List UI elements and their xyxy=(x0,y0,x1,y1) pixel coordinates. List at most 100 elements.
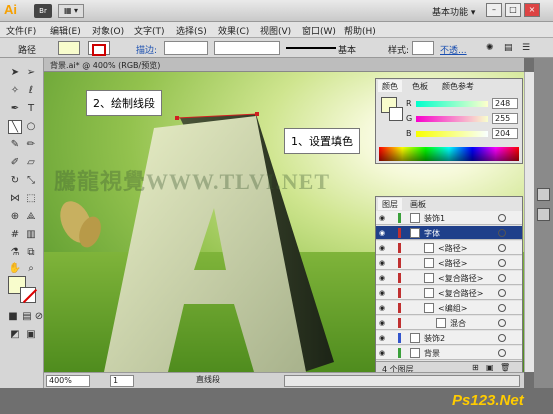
visibility-eye-icon[interactable]: ◉ xyxy=(379,319,388,327)
document-tab[interactable]: 背景.ai* @ 400% (RGB/预览) xyxy=(44,58,524,72)
layer-row[interactable]: ◉ 背景 xyxy=(376,346,522,360)
menu-view[interactable]: 视图(V) xyxy=(260,24,291,37)
minimize-button[interactable]: – xyxy=(486,3,502,17)
menu-file[interactable]: 文件(F) xyxy=(6,24,36,37)
direct-selection-tool-icon[interactable]: ➢ xyxy=(24,66,38,80)
control-panel-menu-icon[interactable]: ☰ xyxy=(522,43,530,53)
perspective-grid-tool-icon[interactable]: ⟁ xyxy=(24,210,38,224)
layer-row[interactable]: ◉ 装饰2 xyxy=(376,331,522,345)
color-mode-icon[interactable]: ■ xyxy=(6,310,20,324)
mesh-tool-icon[interactable]: # xyxy=(8,228,22,242)
width-tool-icon[interactable]: ⋈ xyxy=(8,192,22,206)
layer-row[interactable]: ◉ <路径> xyxy=(376,256,522,270)
magic-wand-tool-icon[interactable]: ✧ xyxy=(8,84,22,98)
opacity-link[interactable]: 不透... xyxy=(440,43,467,56)
scale-tool-icon[interactable]: ⤡ xyxy=(24,174,38,188)
tab-layers[interactable]: 图层 xyxy=(378,198,402,210)
blend-tool-icon[interactable]: ⧉ xyxy=(24,246,38,260)
none-mode-icon[interactable]: ⊘ xyxy=(34,310,44,324)
visibility-eye-icon[interactable]: ◉ xyxy=(379,229,388,237)
green-value[interactable]: 255 xyxy=(492,113,518,124)
target-icon[interactable] xyxy=(498,349,506,357)
green-slider[interactable] xyxy=(416,116,488,122)
visibility-eye-icon[interactable]: ◉ xyxy=(379,274,388,282)
eyedropper-tool-icon[interactable]: ⚗ xyxy=(8,246,22,260)
menu-effect[interactable]: 效果(C) xyxy=(218,24,249,37)
bridge-button[interactable]: Br xyxy=(34,4,52,18)
workspace-switcher[interactable]: 基本功能 ▾ xyxy=(432,5,475,18)
tab-artboards[interactable]: 画板 xyxy=(406,198,430,210)
visibility-eye-icon[interactable]: ◉ xyxy=(379,304,388,312)
type-tool-icon[interactable]: T xyxy=(24,102,38,116)
menu-object[interactable]: 对象(O) xyxy=(92,24,124,37)
eraser-tool-icon[interactable]: ▱ xyxy=(24,156,38,170)
visibility-eye-icon[interactable]: ◉ xyxy=(379,334,388,342)
horizontal-scrollbar[interactable] xyxy=(284,375,520,387)
target-icon[interactable] xyxy=(498,259,506,267)
tab-color-guide[interactable]: 颜色参考 xyxy=(438,80,478,92)
visibility-eye-icon[interactable]: ◉ xyxy=(379,244,388,252)
pen-tool-icon[interactable]: ✒ xyxy=(8,102,22,116)
maximize-button[interactable]: □ xyxy=(505,3,521,17)
gradient-tool-icon[interactable]: ▥ xyxy=(24,228,38,242)
variable-width-dropdown[interactable] xyxy=(214,41,280,55)
stroke-weight-field[interactable] xyxy=(164,41,208,55)
target-icon[interactable] xyxy=(498,229,506,237)
new-sublayer-icon[interactable]: ⊞ xyxy=(472,363,479,372)
gradient-mode-icon[interactable]: ▤ xyxy=(20,310,34,324)
layer-row[interactable]: ◉ <复合路径> xyxy=(376,286,522,300)
zoom-field[interactable]: 400% xyxy=(46,375,90,387)
toolbox-stroke-swatch[interactable] xyxy=(20,287,36,303)
recolor-icon[interactable]: ✺ xyxy=(486,43,494,53)
layer-row[interactable]: ◉ 混合 xyxy=(376,316,522,330)
target-icon[interactable] xyxy=(498,289,506,297)
target-icon[interactable] xyxy=(498,334,506,342)
target-icon[interactable] xyxy=(498,214,506,222)
stroke-weight-label[interactable]: 描边: xyxy=(136,43,157,56)
blue-value[interactable]: 204 xyxy=(492,128,518,139)
menu-select[interactable]: 选择(S) xyxy=(176,24,207,37)
delete-layer-icon[interactable]: 🗑 xyxy=(500,363,510,372)
ellipse-tool-icon[interactable]: ○ xyxy=(24,120,38,134)
layers-dock-icon[interactable] xyxy=(537,188,550,201)
close-button[interactable]: × xyxy=(524,3,540,17)
arrange-documents-button[interactable]: ▦ ▾ xyxy=(58,4,84,18)
hand-tool-icon[interactable]: ✋ xyxy=(8,262,22,276)
paintbrush-tool-icon[interactable]: ✎ xyxy=(8,138,22,152)
menu-type[interactable]: 文字(T) xyxy=(134,24,165,37)
graphic-style-swatch[interactable] xyxy=(412,41,434,55)
visibility-eye-icon[interactable]: ◉ xyxy=(379,259,388,267)
visibility-eye-icon[interactable]: ◉ xyxy=(379,214,388,222)
visibility-eye-icon[interactable]: ◉ xyxy=(379,349,388,357)
tab-swatches[interactable]: 色板 xyxy=(408,80,432,92)
shape-builder-tool-icon[interactable]: ⊕ xyxy=(8,210,22,224)
draw-normal-icon[interactable]: ◩ xyxy=(8,328,22,342)
color-panel-stroke-swatch[interactable] xyxy=(389,107,403,121)
fill-color-swatch[interactable] xyxy=(58,41,80,55)
vertical-scrollbar[interactable] xyxy=(524,72,534,372)
red-slider[interactable] xyxy=(416,101,488,107)
target-icon[interactable] xyxy=(498,274,506,282)
align-icon[interactable]: ▤ xyxy=(504,43,513,53)
selection-tool-icon[interactable]: ➤ xyxy=(8,66,22,80)
free-transform-tool-icon[interactable]: ⬚ xyxy=(24,192,38,206)
layer-row[interactable]: ◉ <路径> xyxy=(376,241,522,255)
blue-slider[interactable] xyxy=(416,131,488,137)
layer-row[interactable]: ◉ 装饰1 xyxy=(376,211,522,225)
zoom-tool-icon[interactable]: ⌕ xyxy=(24,262,38,276)
lasso-tool-icon[interactable]: ℓ xyxy=(24,84,38,98)
target-icon[interactable] xyxy=(498,244,506,252)
menu-edit[interactable]: 编辑(E) xyxy=(50,24,81,37)
blob-brush-tool-icon[interactable]: ✐ xyxy=(8,156,22,170)
page-field[interactable]: 1 xyxy=(110,375,134,387)
pencil-tool-icon[interactable]: ✏ xyxy=(24,138,38,152)
stroke-preset-label[interactable]: 基本 xyxy=(338,43,356,56)
layer-row[interactable]: ◉ 字体 xyxy=(376,226,522,240)
menu-help[interactable]: 帮助(H) xyxy=(344,24,376,37)
menu-window[interactable]: 窗口(W) xyxy=(302,24,336,37)
layer-row[interactable]: ◉ <复合路径> xyxy=(376,271,522,285)
visibility-eye-icon[interactable]: ◉ xyxy=(379,289,388,297)
target-icon[interactable] xyxy=(498,319,506,327)
new-layer-icon[interactable]: ▣ xyxy=(486,363,494,372)
artboards-dock-icon[interactable] xyxy=(537,208,550,221)
